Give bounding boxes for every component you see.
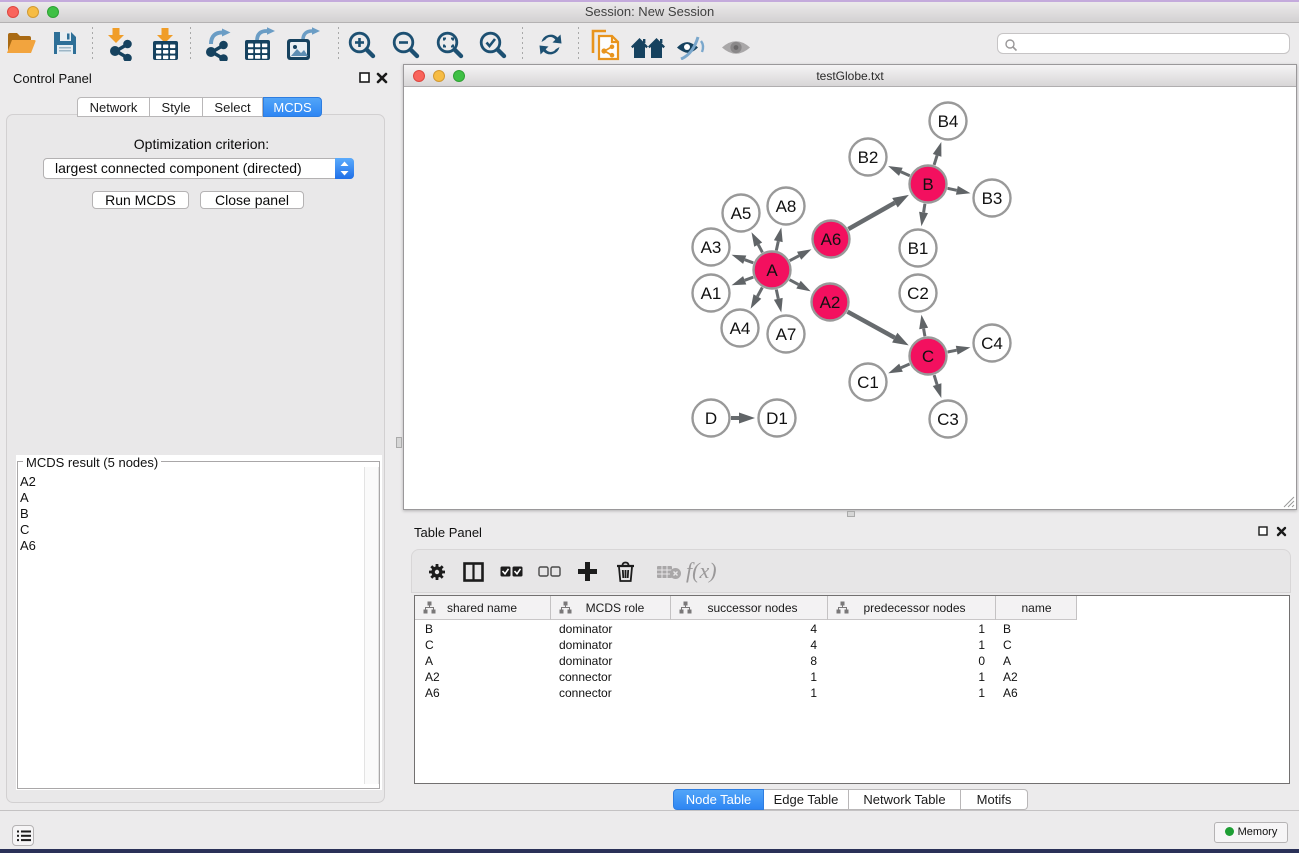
svg-text:A7: A7 <box>776 325 797 344</box>
svg-text:A8: A8 <box>776 197 797 216</box>
svg-text:A: A <box>766 261 778 280</box>
svg-text:A5: A5 <box>731 204 752 223</box>
svg-text:A4: A4 <box>730 319 751 338</box>
svg-text:A2: A2 <box>820 293 841 312</box>
svg-text:A6: A6 <box>821 230 842 249</box>
svg-text:C: C <box>922 347 934 366</box>
svg-text:C1: C1 <box>857 373 879 392</box>
svg-text:A1: A1 <box>701 284 722 303</box>
svg-text:B2: B2 <box>858 148 879 167</box>
svg-text:B3: B3 <box>982 189 1003 208</box>
svg-text:B1: B1 <box>908 239 929 258</box>
svg-text:A3: A3 <box>701 238 722 257</box>
svg-text:D1: D1 <box>766 409 788 428</box>
svg-text:B4: B4 <box>938 112 959 131</box>
svg-text:D: D <box>705 409 717 428</box>
svg-text:C4: C4 <box>981 334 1003 353</box>
svg-text:C2: C2 <box>907 284 929 303</box>
svg-text:C3: C3 <box>937 410 959 429</box>
svg-text:B: B <box>922 175 933 194</box>
